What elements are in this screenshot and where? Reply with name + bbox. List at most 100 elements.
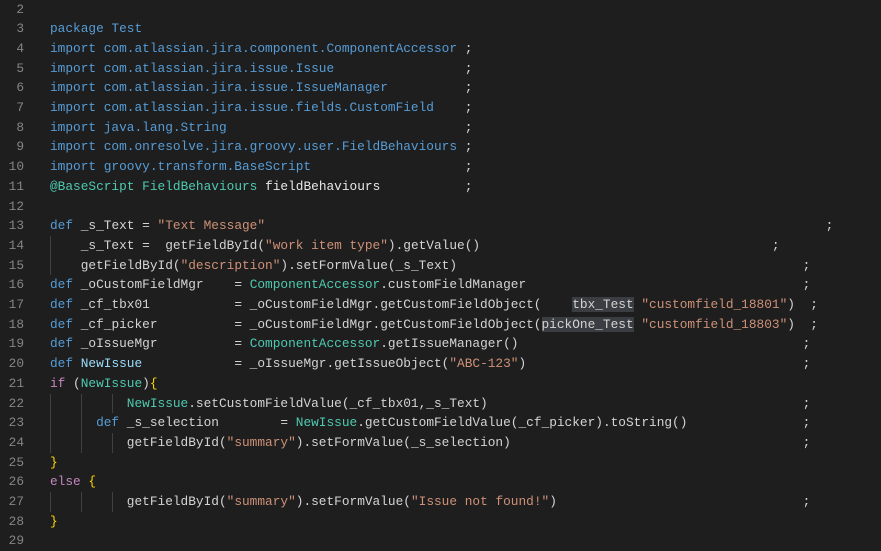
- code-line[interactable]: 16 def _oCustomFieldMgr = ComponentAccess…: [0, 275, 881, 295]
- code-token: ComponentAccessor: [249, 336, 381, 352]
- code-token: def: [50, 277, 74, 293]
- code-line[interactable]: 10 import groovy.transform.BaseScript ;: [0, 157, 881, 177]
- line-number: 22: [8, 395, 24, 411]
- code-line[interactable]: 7 import com.atlassian.jira.issue.fields.…: [0, 98, 881, 118]
- code-token: ;: [526, 277, 811, 293]
- code-text: getFieldById("summary").setFormValue(_s_…: [50, 433, 811, 453]
- code-line[interactable]: 20 def NewIssue = _oIssueMgr.getIssueObje…: [0, 354, 881, 374]
- code-line[interactable]: 11 @BaseScript FieldBehaviours fieldBehav…: [0, 177, 881, 197]
- code-line[interactable]: 5 import com.atlassian.jira.issue.Issue ;: [0, 59, 881, 79]
- line-number: 26: [8, 474, 24, 490]
- line-number: 5: [16, 60, 24, 76]
- code-text: import groovy.transform.BaseScript ;: [50, 157, 472, 177]
- code-line[interactable]: 8 import java.lang.String ;: [0, 118, 881, 138]
- code-token: def: [50, 336, 74, 352]
- code-token: import com.atlassian.jira.issue.fields.C…: [50, 100, 434, 115]
- code-line[interactable]: 15 getFieldById("description").setFormVa…: [0, 255, 881, 276]
- code-token: def: [50, 218, 74, 234]
- code-line[interactable]: 13 def _s_Text = "Text Message" ;: [0, 216, 881, 236]
- code-token: import groovy.transform.BaseScript: [50, 159, 312, 175]
- code-token: ;: [265, 218, 834, 234]
- code-token: getFieldById(: [50, 434, 227, 450]
- code-token: ;: [226, 119, 473, 135]
- code-token: ;: [480, 237, 780, 253]
- code-token: _cf_picker = _oCustomFieldMgr.getCustomF…: [73, 316, 542, 332]
- code-token: "ABC-123": [449, 356, 519, 372]
- code-line[interactable]: 23 def _s_selection = NewIssue.getCustom…: [0, 413, 881, 433]
- code-token: import com.atlassian.jira.component.Comp…: [50, 40, 458, 56]
- code-line[interactable]: 27 getFieldById("summary").setFormValue(…: [0, 492, 881, 512]
- code-text: def _s_Text = "Text Message" ;: [50, 216, 833, 236]
- code-line[interactable]: 4 import com.atlassian.jira.component.Com…: [0, 39, 881, 59]
- code-text: def _oCustomFieldMgr = ComponentAccessor…: [50, 275, 810, 295]
- code-line[interactable]: 14 _s_Text = getFieldById("work item typ…: [0, 235, 881, 256]
- code-token: "work item type": [265, 237, 388, 253]
- line-number: 18: [8, 316, 24, 332]
- code-line[interactable]: 17 def _cf_tbx01 = _oCustomFieldMgr.getCu…: [0, 295, 881, 315]
- line-number: 10: [8, 159, 24, 175]
- code-token: ).getValue(): [387, 237, 481, 253]
- code-token: ;: [311, 159, 473, 175]
- code-line[interactable]: 21 if (NewIssue){: [0, 374, 881, 394]
- code-token: _cf_tbx01 = _oCustomFieldMgr.getCustomFi…: [73, 297, 573, 312]
- code-token: ;: [457, 257, 811, 273]
- line-number: 16: [8, 277, 24, 293]
- code-text: import com.atlassian.jira.issue.Issue ;: [50, 59, 472, 79]
- code-token: _s_Text = getFieldById(: [50, 237, 266, 253]
- code-text: def _oIssueMgr = ComponentAccessor.getIs…: [50, 334, 810, 354]
- code-token: "Text Message": [157, 218, 266, 234]
- code-text: import java.lang.String ;: [50, 118, 472, 138]
- code-line[interactable]: 18 def _cf_picker = _oCustomFieldMgr.getC…: [0, 315, 881, 335]
- code-token: if: [50, 375, 66, 391]
- code-text: }: [50, 512, 58, 532]
- code-text: def _s_selection = NewIssue.getCustomFie…: [50, 413, 810, 433]
- code-token: NewIssue: [126, 395, 189, 411]
- code-text: package Test: [50, 19, 142, 39]
- code-token: NewIssue: [80, 356, 143, 372]
- line-number: 9: [16, 139, 24, 155]
- code-line[interactable]: 6 import com.atlassian.jira.issue.IssueMa…: [0, 78, 881, 98]
- code-token: package Test: [50, 21, 143, 37]
- code-token: .getCustomFieldValue(_cf_picker).toStrin…: [357, 415, 688, 431]
- code-token: "customfield_18801": [641, 297, 788, 312]
- code-line[interactable]: 25}: [0, 453, 881, 473]
- code-line[interactable]: 9 import com.onresolve.jira.groovy.user.F…: [0, 137, 881, 157]
- code-line[interactable]: 2: [0, 0, 881, 19]
- code-line[interactable]: 3 package Test: [0, 19, 881, 39]
- code-token: ;: [556, 494, 811, 509]
- code-editor[interactable]: 2 3 package Test 4 import com.atlassian.jira…: [0, 0, 881, 549]
- code-line[interactable]: 26 else {: [0, 472, 881, 492]
- code-line[interactable]: 22 NewIssue.setCustomFieldValue(_cf_tbx0…: [0, 393, 881, 414]
- code-text: @BaseScript FieldBehaviours fieldBehavio…: [50, 177, 472, 197]
- code-text: import com.atlassian.jira.component.Comp…: [50, 39, 472, 59]
- code-token: "summary": [226, 434, 296, 450]
- code-token: ;: [334, 60, 473, 76]
- code-token: NewIssue: [80, 375, 143, 391]
- code-text: getFieldById("description").setFormValue…: [50, 256, 811, 276]
- code-token: ).setFormValue(: [295, 494, 411, 509]
- line-number: 4: [16, 40, 24, 56]
- line-number: 3: [16, 21, 24, 37]
- code-text: def _cf_tbx01 = _oCustomFieldMgr.getCust…: [50, 295, 818, 315]
- code-text: _s_Text = getFieldById("work item type")…: [50, 236, 780, 256]
- code-line[interactable]: 28}: [0, 512, 881, 532]
- line-number: 24: [8, 434, 24, 450]
- code-token: ;: [433, 100, 473, 115]
- code-line[interactable]: 19 def _oIssueMgr = ComponentAccessor.get…: [0, 334, 881, 354]
- code-token: import java.lang.String: [50, 119, 227, 135]
- code-text: def _cf_picker = _oCustomFieldMgr.getCus…: [50, 315, 818, 335]
- code-line[interactable]: 12: [0, 197, 881, 217]
- line-number: 13: [8, 218, 24, 234]
- code-token: getFieldById(: [50, 494, 227, 509]
- line-number: 28: [8, 513, 24, 529]
- line-number: 6: [16, 80, 24, 96]
- line-number: 27: [8, 494, 24, 509]
- code-line[interactable]: 24 getFieldById("summary").setFormValue(…: [0, 432, 881, 453]
- code-token: _oCustomFieldMgr =: [73, 277, 250, 293]
- code-token: ) ;: [787, 297, 818, 312]
- code-line[interactable]: 29: [0, 531, 881, 551]
- code-token: {: [88, 474, 97, 490]
- line-number: 15: [8, 257, 24, 273]
